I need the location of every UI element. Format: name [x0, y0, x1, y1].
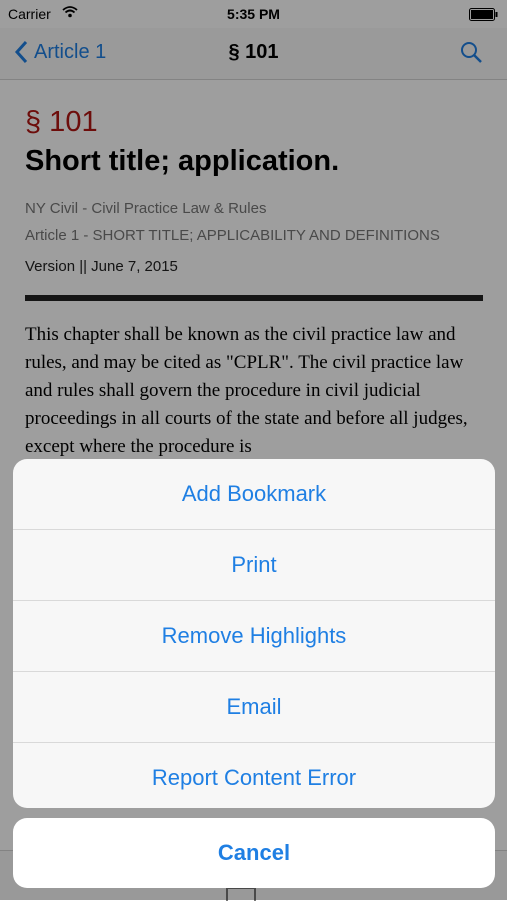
- remove-highlights-button[interactable]: Remove Highlights: [13, 601, 495, 672]
- action-sheet: Add Bookmark Print Remove Highlights Ema…: [13, 459, 495, 808]
- add-bookmark-button[interactable]: Add Bookmark: [13, 459, 495, 530]
- report-content-error-button[interactable]: Report Content Error: [13, 743, 495, 808]
- cancel-button[interactable]: Cancel: [13, 818, 495, 888]
- email-button[interactable]: Email: [13, 672, 495, 743]
- print-button[interactable]: Print: [13, 530, 495, 601]
